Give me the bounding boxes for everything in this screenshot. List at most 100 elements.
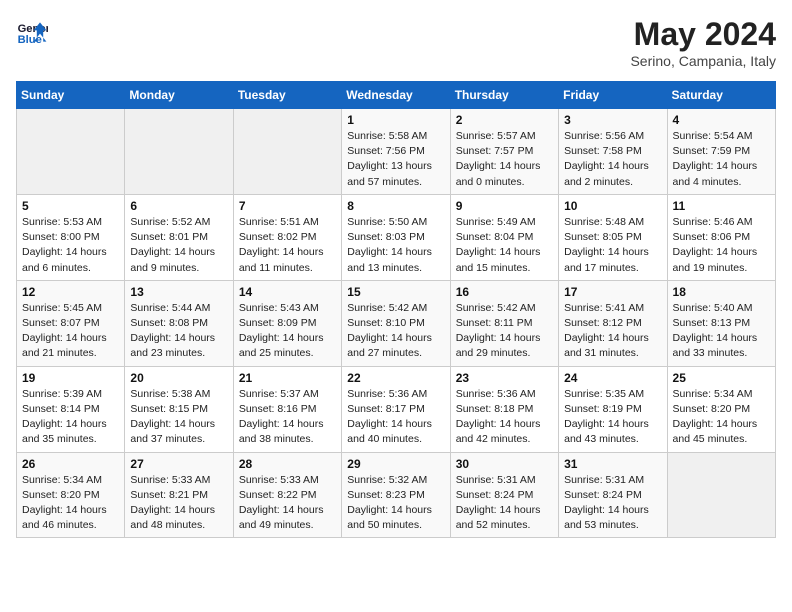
day-number: 14 (239, 285, 336, 299)
day-number: 29 (347, 457, 444, 471)
day-number: 26 (22, 457, 119, 471)
calendar-body: 1Sunrise: 5:58 AMSunset: 7:56 PMDaylight… (17, 109, 776, 538)
calendar-cell: 26 Sunrise: 5:34 AMSunset: 8:20 PMDayligh… (17, 452, 125, 538)
day-number: 15 (347, 285, 444, 299)
calendar-cell: 6Sunrise: 5:52 AMSunset: 8:01 PMDaylight… (125, 194, 233, 280)
day-number: 21 (239, 371, 336, 385)
day-info: Sunrise: 5:32 AMSunset: 8:23 PMDaylight:… (347, 473, 444, 534)
day-number: 11 (673, 199, 770, 213)
day-info: Sunrise: 5:31 AMSunset: 8:24 PMDaylight:… (564, 473, 661, 534)
day-number: 8 (347, 199, 444, 213)
day-number: 23 (456, 371, 553, 385)
calendar-cell: 7 Sunrise: 5:51 AMSunset: 8:02 PMDaylight… (233, 194, 341, 280)
day-number: 4 (673, 113, 770, 127)
calendar-cell: 29 Sunrise: 5:32 AMSunset: 8:23 PMDayligh… (342, 452, 450, 538)
weekday-header-tuesday: Tuesday (233, 82, 341, 109)
calendar-cell: 20 Sunrise: 5:38 AMSunset: 8:15 PMDayligh… (125, 366, 233, 452)
calendar-cell: 11 Sunrise: 5:46 AMSunset: 8:06 PMDayligh… (667, 194, 775, 280)
day-info: Sunrise: 5:36 AMSunset: 8:18 PMDaylight:… (456, 387, 553, 448)
calendar-cell: 28 Sunrise: 5:33 AMSunset: 8:22 PMDayligh… (233, 452, 341, 538)
day-info: Sunrise: 5:36 AMSunset: 8:17 PMDaylight:… (347, 387, 444, 448)
month-title: May 2024 (630, 16, 776, 53)
day-number: 28 (239, 457, 336, 471)
day-info: Sunrise: 5:51 AMSunset: 8:02 PMDaylight:… (239, 215, 336, 276)
calendar-cell: 30Sunrise: 5:31 AMSunset: 8:24 PMDayligh… (450, 452, 558, 538)
calendar-week-1: 1Sunrise: 5:58 AMSunset: 7:56 PMDaylight… (17, 109, 776, 195)
weekday-header-sunday: Sunday (17, 82, 125, 109)
day-info: Sunrise: 5:50 AMSunset: 8:03 PMDaylight:… (347, 215, 444, 276)
day-info: Sunrise: 5:57 AMSunset: 7:57 PMDaylight:… (456, 129, 553, 190)
calendar-cell: 22Sunrise: 5:36 AMSunset: 8:17 PMDayligh… (342, 366, 450, 452)
calendar-cell: 21 Sunrise: 5:37 AMSunset: 8:16 PMDayligh… (233, 366, 341, 452)
day-info: Sunrise: 5:48 AMSunset: 8:05 PMDaylight:… (564, 215, 661, 276)
calendar-cell: 19 Sunrise: 5:39 AMSunset: 8:14 PMDayligh… (17, 366, 125, 452)
weekday-header-monday: Monday (125, 82, 233, 109)
calendar-cell: 23 Sunrise: 5:36 AMSunset: 8:18 PMDayligh… (450, 366, 558, 452)
location: Serino, Campania, Italy (630, 53, 776, 69)
calendar-cell: 31Sunrise: 5:31 AMSunset: 8:24 PMDayligh… (559, 452, 667, 538)
calendar-header: SundayMondayTuesdayWednesdayThursdayFrid… (17, 82, 776, 109)
day-number: 25 (673, 371, 770, 385)
calendar-cell: 5Sunrise: 5:53 AMSunset: 8:00 PMDaylight… (17, 194, 125, 280)
day-number: 9 (456, 199, 553, 213)
day-info: Sunrise: 5:56 AMSunset: 7:58 PMDaylight:… (564, 129, 661, 190)
calendar-cell (233, 109, 341, 195)
day-info: Sunrise: 5:34 AMSunset: 8:20 PMDaylight:… (22, 473, 119, 534)
day-number: 16 (456, 285, 553, 299)
calendar-cell: 13 Sunrise: 5:44 AMSunset: 8:08 PMDayligh… (125, 280, 233, 366)
calendar-cell: 10Sunrise: 5:48 AMSunset: 8:05 PMDayligh… (559, 194, 667, 280)
calendar-cell: 15 Sunrise: 5:42 AMSunset: 8:10 PMDayligh… (342, 280, 450, 366)
day-number: 17 (564, 285, 661, 299)
calendar-cell: 18 Sunrise: 5:40 AMSunset: 8:13 PMDayligh… (667, 280, 775, 366)
day-info: Sunrise: 5:40 AMSunset: 8:13 PMDaylight:… (673, 301, 770, 362)
calendar-cell: 4Sunrise: 5:54 AMSunset: 7:59 PMDaylight… (667, 109, 775, 195)
logo: General Blue (16, 16, 48, 48)
calendar-cell: 16 Sunrise: 5:42 AMSunset: 8:11 PMDayligh… (450, 280, 558, 366)
calendar-cell: 25 Sunrise: 5:34 AMSunset: 8:20 PMDayligh… (667, 366, 775, 452)
day-info: Sunrise: 5:31 AMSunset: 8:24 PMDaylight:… (456, 473, 553, 534)
day-info: Sunrise: 5:42 AMSunset: 8:10 PMDaylight:… (347, 301, 444, 362)
day-info: Sunrise: 5:53 AMSunset: 8:00 PMDaylight:… (22, 215, 119, 276)
calendar-table: SundayMondayTuesdayWednesdayThursdayFrid… (16, 81, 776, 538)
calendar-week-3: 12 Sunrise: 5:45 AMSunset: 8:07 PMDayligh… (17, 280, 776, 366)
day-number: 20 (130, 371, 227, 385)
title-block: May 2024 Serino, Campania, Italy (630, 16, 776, 69)
day-info: Sunrise: 5:49 AMSunset: 8:04 PMDaylight:… (456, 215, 553, 276)
day-number: 7 (239, 199, 336, 213)
calendar-cell: 2Sunrise: 5:57 AMSunset: 7:57 PMDaylight… (450, 109, 558, 195)
day-info: Sunrise: 5:33 AMSunset: 8:22 PMDaylight:… (239, 473, 336, 534)
day-info: Sunrise: 5:46 AMSunset: 8:06 PMDaylight:… (673, 215, 770, 276)
day-number: 12 (22, 285, 119, 299)
day-info: Sunrise: 5:44 AMSunset: 8:08 PMDaylight:… (130, 301, 227, 362)
day-info: Sunrise: 5:42 AMSunset: 8:11 PMDaylight:… (456, 301, 553, 362)
calendar-cell: 27 Sunrise: 5:33 AMSunset: 8:21 PMDayligh… (125, 452, 233, 538)
day-number: 27 (130, 457, 227, 471)
weekday-header-thursday: Thursday (450, 82, 558, 109)
day-info: Sunrise: 5:52 AMSunset: 8:01 PMDaylight:… (130, 215, 227, 276)
calendar-cell: 9 Sunrise: 5:49 AMSunset: 8:04 PMDaylight… (450, 194, 558, 280)
day-number: 3 (564, 113, 661, 127)
calendar-cell (125, 109, 233, 195)
day-info: Sunrise: 5:33 AMSunset: 8:21 PMDaylight:… (130, 473, 227, 534)
day-info: Sunrise: 5:35 AMSunset: 8:19 PMDaylight:… (564, 387, 661, 448)
calendar-week-2: 5Sunrise: 5:53 AMSunset: 8:00 PMDaylight… (17, 194, 776, 280)
calendar-cell: 1Sunrise: 5:58 AMSunset: 7:56 PMDaylight… (342, 109, 450, 195)
day-info: Sunrise: 5:43 AMSunset: 8:09 PMDaylight:… (239, 301, 336, 362)
calendar-cell: 24Sunrise: 5:35 AMSunset: 8:19 PMDayligh… (559, 366, 667, 452)
day-number: 18 (673, 285, 770, 299)
weekday-header-row: SundayMondayTuesdayWednesdayThursdayFrid… (17, 82, 776, 109)
weekday-header-friday: Friday (559, 82, 667, 109)
day-number: 19 (22, 371, 119, 385)
day-info: Sunrise: 5:41 AMSunset: 8:12 PMDaylight:… (564, 301, 661, 362)
day-info: Sunrise: 5:37 AMSunset: 8:16 PMDaylight:… (239, 387, 336, 448)
calendar-cell (667, 452, 775, 538)
weekday-header-wednesday: Wednesday (342, 82, 450, 109)
page-header: General Blue May 2024 Serino, Campania, … (16, 16, 776, 69)
day-info: Sunrise: 5:39 AMSunset: 8:14 PMDaylight:… (22, 387, 119, 448)
day-info: Sunrise: 5:45 AMSunset: 8:07 PMDaylight:… (22, 301, 119, 362)
calendar-cell: 17 Sunrise: 5:41 AMSunset: 8:12 PMDayligh… (559, 280, 667, 366)
day-number: 13 (130, 285, 227, 299)
day-info: Sunrise: 5:34 AMSunset: 8:20 PMDaylight:… (673, 387, 770, 448)
calendar-cell: 8 Sunrise: 5:50 AMSunset: 8:03 PMDaylight… (342, 194, 450, 280)
day-info: Sunrise: 5:38 AMSunset: 8:15 PMDaylight:… (130, 387, 227, 448)
